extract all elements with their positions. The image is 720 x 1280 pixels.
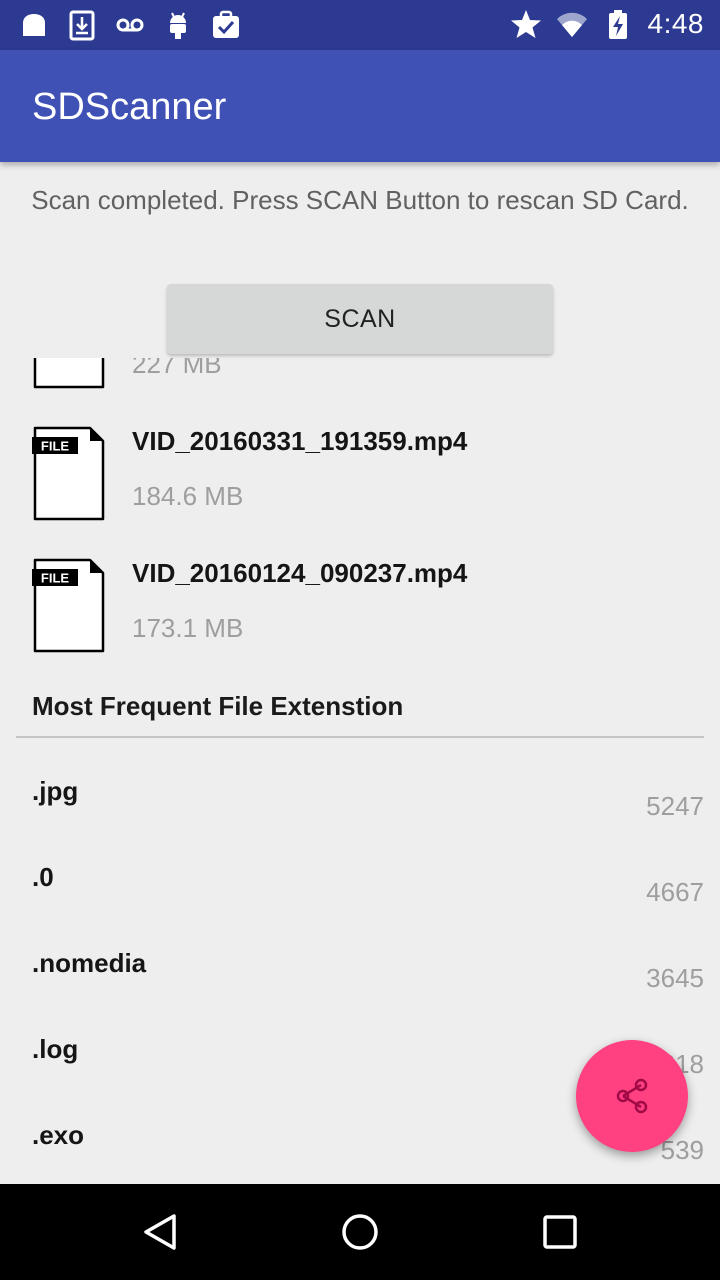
system-status: 4:48 <box>510 8 705 40</box>
download-icon <box>69 10 95 41</box>
share-fab[interactable] <box>576 1040 688 1152</box>
extension-name: .exo <box>32 1120 85 1150</box>
extension-count: 4667 <box>646 877 704 907</box>
extension-row[interactable]: .jpg 5247 <box>0 738 720 824</box>
wifi-icon <box>556 12 587 37</box>
extension-name: .jpg <box>32 776 79 806</box>
status-time: 4:48 <box>647 8 704 39</box>
back-icon[interactable] <box>136 1208 184 1256</box>
extension-count: 5247 <box>646 791 704 821</box>
extensions-section-title: Most Frequent File Extenstion <box>32 691 404 721</box>
app-title: SDScanner <box>32 86 227 128</box>
largest-files-list[interactable]: FILE 227 MB FILE VID_20160331_191359.mp4… <box>0 358 720 658</box>
file-list-item[interactable]: FILE 227 MB <box>0 358 720 424</box>
star-icon <box>510 10 541 38</box>
cloud-icon <box>23 14 45 36</box>
file-size: 173.1 MB <box>132 613 244 643</box>
navigation-bar <box>0 1184 720 1280</box>
main-content[interactable]: Scan completed. Press SCAN Button to res… <box>0 162 720 1184</box>
extension-row[interactable]: .nomedia 3645 <box>0 910 720 996</box>
app-bar: SDScanner <box>0 50 720 162</box>
home-icon[interactable] <box>336 1208 384 1256</box>
status-bar: 4:48 <box>0 0 720 50</box>
share-icon <box>616 1078 648 1114</box>
voicemail-icon <box>116 18 144 32</box>
extension-name: .0 <box>32 862 54 892</box>
extension-row[interactable]: .0 4667 <box>0 824 720 910</box>
file-size: 227 MB <box>132 358 222 379</box>
file-icon: FILE <box>33 358 105 389</box>
file-icon: FILE <box>32 426 105 521</box>
file-icon-label: FILE <box>41 571 69 586</box>
extension-count: 539 <box>660 1135 704 1165</box>
file-list-item[interactable]: FILE VID_20160124_090237.mp4 173.1 MB <box>0 556 720 658</box>
file-name: VID_20160124_090237.mp4 <box>132 558 468 588</box>
android-icon <box>170 12 186 39</box>
notification-icons <box>18 9 242 41</box>
battery-charging-icon <box>608 10 627 39</box>
file-icon-label: FILE <box>41 439 69 454</box>
file-list-item[interactable]: FILE VID_20160331_191359.mp4 184.6 MB <box>0 424 720 556</box>
extension-name: .log <box>32 1034 79 1064</box>
file-icon: FILE <box>32 558 105 653</box>
file-name: VID_20160331_191359.mp4 <box>132 426 468 456</box>
extension-name: .nomedia <box>32 948 147 978</box>
clipboard-check-icon <box>213 10 239 38</box>
extension-count: 3645 <box>646 963 704 993</box>
recents-icon[interactable] <box>536 1208 584 1256</box>
scan-button[interactable]: SCAN <box>167 284 553 354</box>
scan-status-text: Scan completed. Press SCAN Button to res… <box>31 185 689 215</box>
file-size: 184.6 MB <box>132 481 244 511</box>
